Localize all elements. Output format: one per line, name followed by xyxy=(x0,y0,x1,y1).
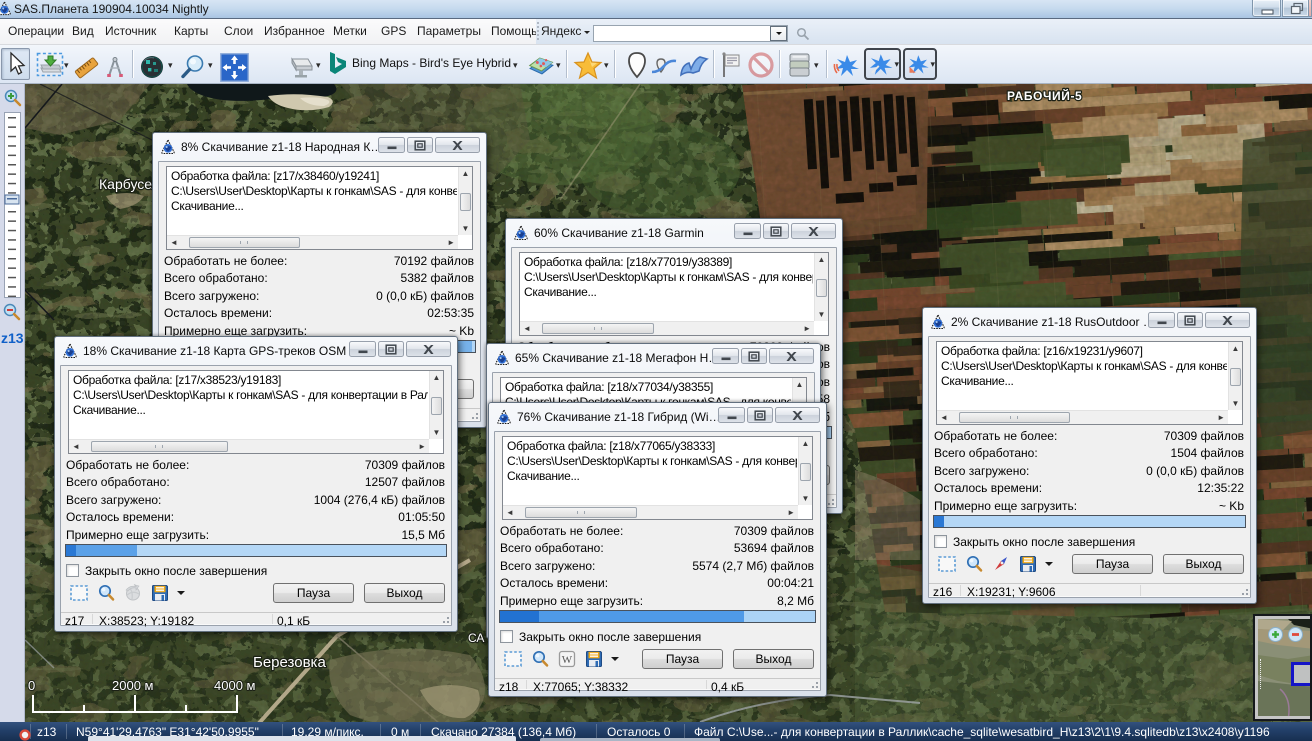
svg-text:Березовка: Березовка xyxy=(253,654,326,671)
svg-text:РАБОЧИЙ-5: РАБОЧИЙ-5 xyxy=(1007,88,1082,103)
svg-text:0: 0 xyxy=(28,678,35,693)
svg-text:СА: СА xyxy=(468,631,484,645)
svg-text:W: W xyxy=(562,654,573,666)
svg-text:4000 м: 4000 м xyxy=(214,678,256,693)
svg-text:2000 м: 2000 м xyxy=(112,678,154,693)
